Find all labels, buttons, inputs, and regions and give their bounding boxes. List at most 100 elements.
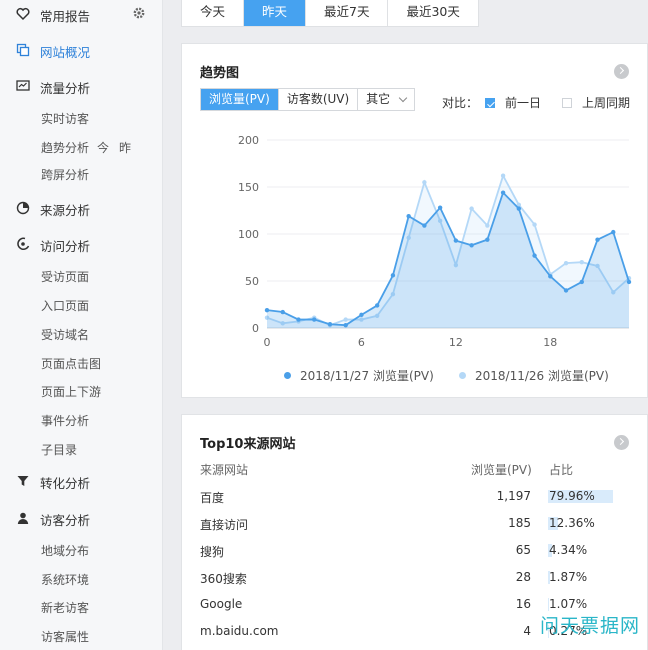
series-area: [267, 192, 629, 328]
compare-last-week-label[interactable]: 上周同期: [582, 94, 630, 111]
y-tick-label: 100: [238, 228, 259, 241]
data-point: [500, 190, 506, 195]
sidebar-subitem-system[interactable]: 系统环境: [41, 571, 89, 588]
pct-cell: 12.36%: [549, 516, 595, 530]
y-tick-label: 200: [238, 134, 259, 147]
site-cell[interactable]: Google: [200, 597, 242, 611]
tab-last-7-days[interactable]: 最近7天: [306, 0, 389, 26]
metric-tabs: 浏览量(PV) 访客数(UV) 其它: [200, 88, 416, 111]
sidebar-subitem-attributes[interactable]: 访客属性: [41, 628, 89, 645]
tab-today[interactable]: 今天: [182, 0, 245, 26]
sidebar-item-visit[interactable]: 访问分析: [0, 230, 162, 258]
site-cell[interactable]: 直接访问: [200, 516, 248, 533]
gear-icon[interactable]: [132, 6, 146, 20]
site-cell[interactable]: 搜狗: [200, 543, 224, 560]
legend-dot: [284, 372, 291, 379]
sidebar-item-label: 网站概况: [40, 45, 91, 60]
data-point: [579, 279, 584, 285]
pv-cell: 4: [523, 624, 531, 638]
sidebar-item-overview[interactable]: 网站概况: [0, 36, 162, 64]
site-cell[interactable]: 360搜索: [200, 570, 247, 587]
data-point: [579, 260, 584, 265]
compare-label: 对比：: [442, 96, 479, 110]
funnel-icon: [17, 476, 29, 486]
data-point: [500, 173, 506, 178]
tab-yesterday[interactable]: 昨天: [244, 0, 307, 26]
data-point: [485, 223, 490, 228]
pct-cell: 1.07%: [549, 597, 588, 611]
x-tick-label: 6: [358, 336, 365, 349]
other-metrics-dropdown[interactable]: 其它: [358, 89, 415, 110]
sidebar-item-traffic[interactable]: 流量分析: [0, 72, 162, 100]
more-arrow-icon[interactable]: [614, 435, 629, 450]
legend-label: 2018/11/27 浏览量(PV): [300, 369, 434, 383]
sidebar-subitem-subdirectory[interactable]: 子目录: [41, 441, 77, 458]
sidebar-subitem-visited-pages[interactable]: 受访页面: [41, 268, 89, 285]
tab-uv[interactable]: 访客数(UV): [278, 89, 359, 110]
sidebar-subitem-click-map[interactable]: 页面点击图: [41, 355, 101, 372]
trend-today-link[interactable]: 今: [97, 139, 109, 156]
data-point: [296, 317, 301, 322]
data-point: [563, 288, 569, 293]
sidebar-subitem-realtime[interactable]: 实时访客: [41, 110, 89, 127]
sidebar-subitem-domains[interactable]: 受访域名: [41, 326, 89, 343]
data-point: [626, 279, 632, 285]
site-cell[interactable]: 百度: [200, 489, 224, 506]
site-cell[interactable]: m.baidu.com: [200, 624, 278, 638]
data-point: [359, 312, 364, 318]
trend-chart: 0 50 100 150 200 0 6 12 18: [238, 134, 632, 349]
heart-icon: [16, 7, 30, 21]
more-arrow-icon[interactable]: [614, 64, 629, 79]
sidebar-subitem-region[interactable]: 地域分布: [41, 542, 89, 559]
col-header-pv[interactable]: 浏览量(PV): [471, 461, 532, 478]
data-point: [422, 180, 427, 185]
data-point: [422, 223, 427, 228]
sidebar-item-source[interactable]: 来源分析: [0, 194, 162, 222]
pv-cell: 16: [515, 597, 531, 611]
sidebar-subitem-new-old[interactable]: 新老访客: [41, 599, 89, 616]
trend-yesterday-link[interactable]: 昨: [119, 139, 131, 156]
sidebar-subitem-page-flow[interactable]: 页面上下游: [41, 383, 101, 400]
sidebar-subitem-cross-screen[interactable]: 跨屏分析: [41, 166, 89, 183]
sidebar-item-common-reports[interactable]: 常用报告: [0, 0, 162, 28]
user-icon: [17, 512, 29, 524]
chevron-down-icon: [398, 93, 408, 103]
visit-icon: [17, 237, 30, 251]
pct-cell: 4.34%: [549, 543, 588, 557]
x-tick-label: 18: [543, 336, 557, 349]
monitor-chart-icon: [16, 80, 30, 91]
data-point: [563, 260, 569, 266]
sidebar-subitem-events[interactable]: 事件分析: [41, 412, 89, 429]
sidebar-subitem-entry-pages[interactable]: 入口页面: [41, 297, 89, 314]
data-point: [264, 307, 270, 313]
y-tick-label: 0: [252, 322, 259, 335]
sidebar-item-conversion[interactable]: 转化分析: [0, 467, 162, 495]
date-range-tabs: 今天 昨天 最近7天 最近30天: [181, 0, 479, 27]
data-point: [611, 229, 616, 235]
tab-last-30-days[interactable]: 最近30天: [388, 0, 477, 26]
x-tick-label: 12: [449, 336, 463, 349]
compare-prev-day-checkbox[interactable]: [485, 98, 495, 108]
data-point: [374, 303, 380, 308]
data-point: [343, 317, 348, 322]
sidebar-item-label: 常用报告: [40, 9, 91, 24]
pct-cell: 79.96%: [549, 489, 595, 503]
data-point: [406, 213, 411, 219]
compare-last-week-checkbox[interactable]: [562, 98, 572, 108]
col-header-site: 来源网站: [200, 463, 249, 477]
data-point: [532, 222, 537, 227]
legend-item-series-2[interactable]: 2018/11/26 浏览量(PV): [459, 367, 609, 384]
legend-item-series-1[interactable]: 2018/11/27 浏览量(PV): [284, 367, 434, 384]
sidebar-subitem-trend[interactable]: 趋势分析: [41, 139, 89, 156]
compare-prev-day-label[interactable]: 前一日: [505, 94, 541, 111]
legend-label: 2018/11/26 浏览量(PV): [475, 369, 609, 383]
pv-cell: 1,197: [496, 489, 531, 503]
data-point: [280, 309, 285, 315]
tab-pv[interactable]: 浏览量(PV): [201, 89, 279, 110]
data-point: [343, 322, 348, 328]
data-point: [532, 253, 537, 258]
data-point: [485, 237, 490, 242]
sidebar-item-visitor[interactable]: 访客分析: [0, 504, 162, 532]
col-header-pct[interactable]: 占比: [549, 461, 573, 478]
sidebar: 常用报告 网站概况 流量分析 实时访客 趋势分析 今 昨 跨屏分析 来源分析 访…: [0, 0, 163, 650]
